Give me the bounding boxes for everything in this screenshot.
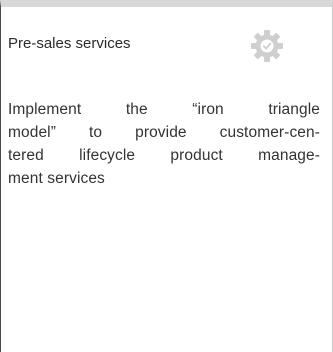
- card-description: Implement the “iron triangle model” to p…: [8, 98, 320, 190]
- description-line: model” to provide customer-cen-: [8, 124, 320, 141]
- description-line: tered lifecycle product manage-: [8, 147, 320, 164]
- description-line: ment services: [8, 170, 105, 187]
- service-card: Pre-sales services Implement the “iron t…: [0, 0, 333, 352]
- description-line: Implement the “iron triangle: [8, 101, 320, 118]
- card-title: Pre-sales services: [8, 35, 131, 52]
- gear-check-icon: [251, 30, 283, 62]
